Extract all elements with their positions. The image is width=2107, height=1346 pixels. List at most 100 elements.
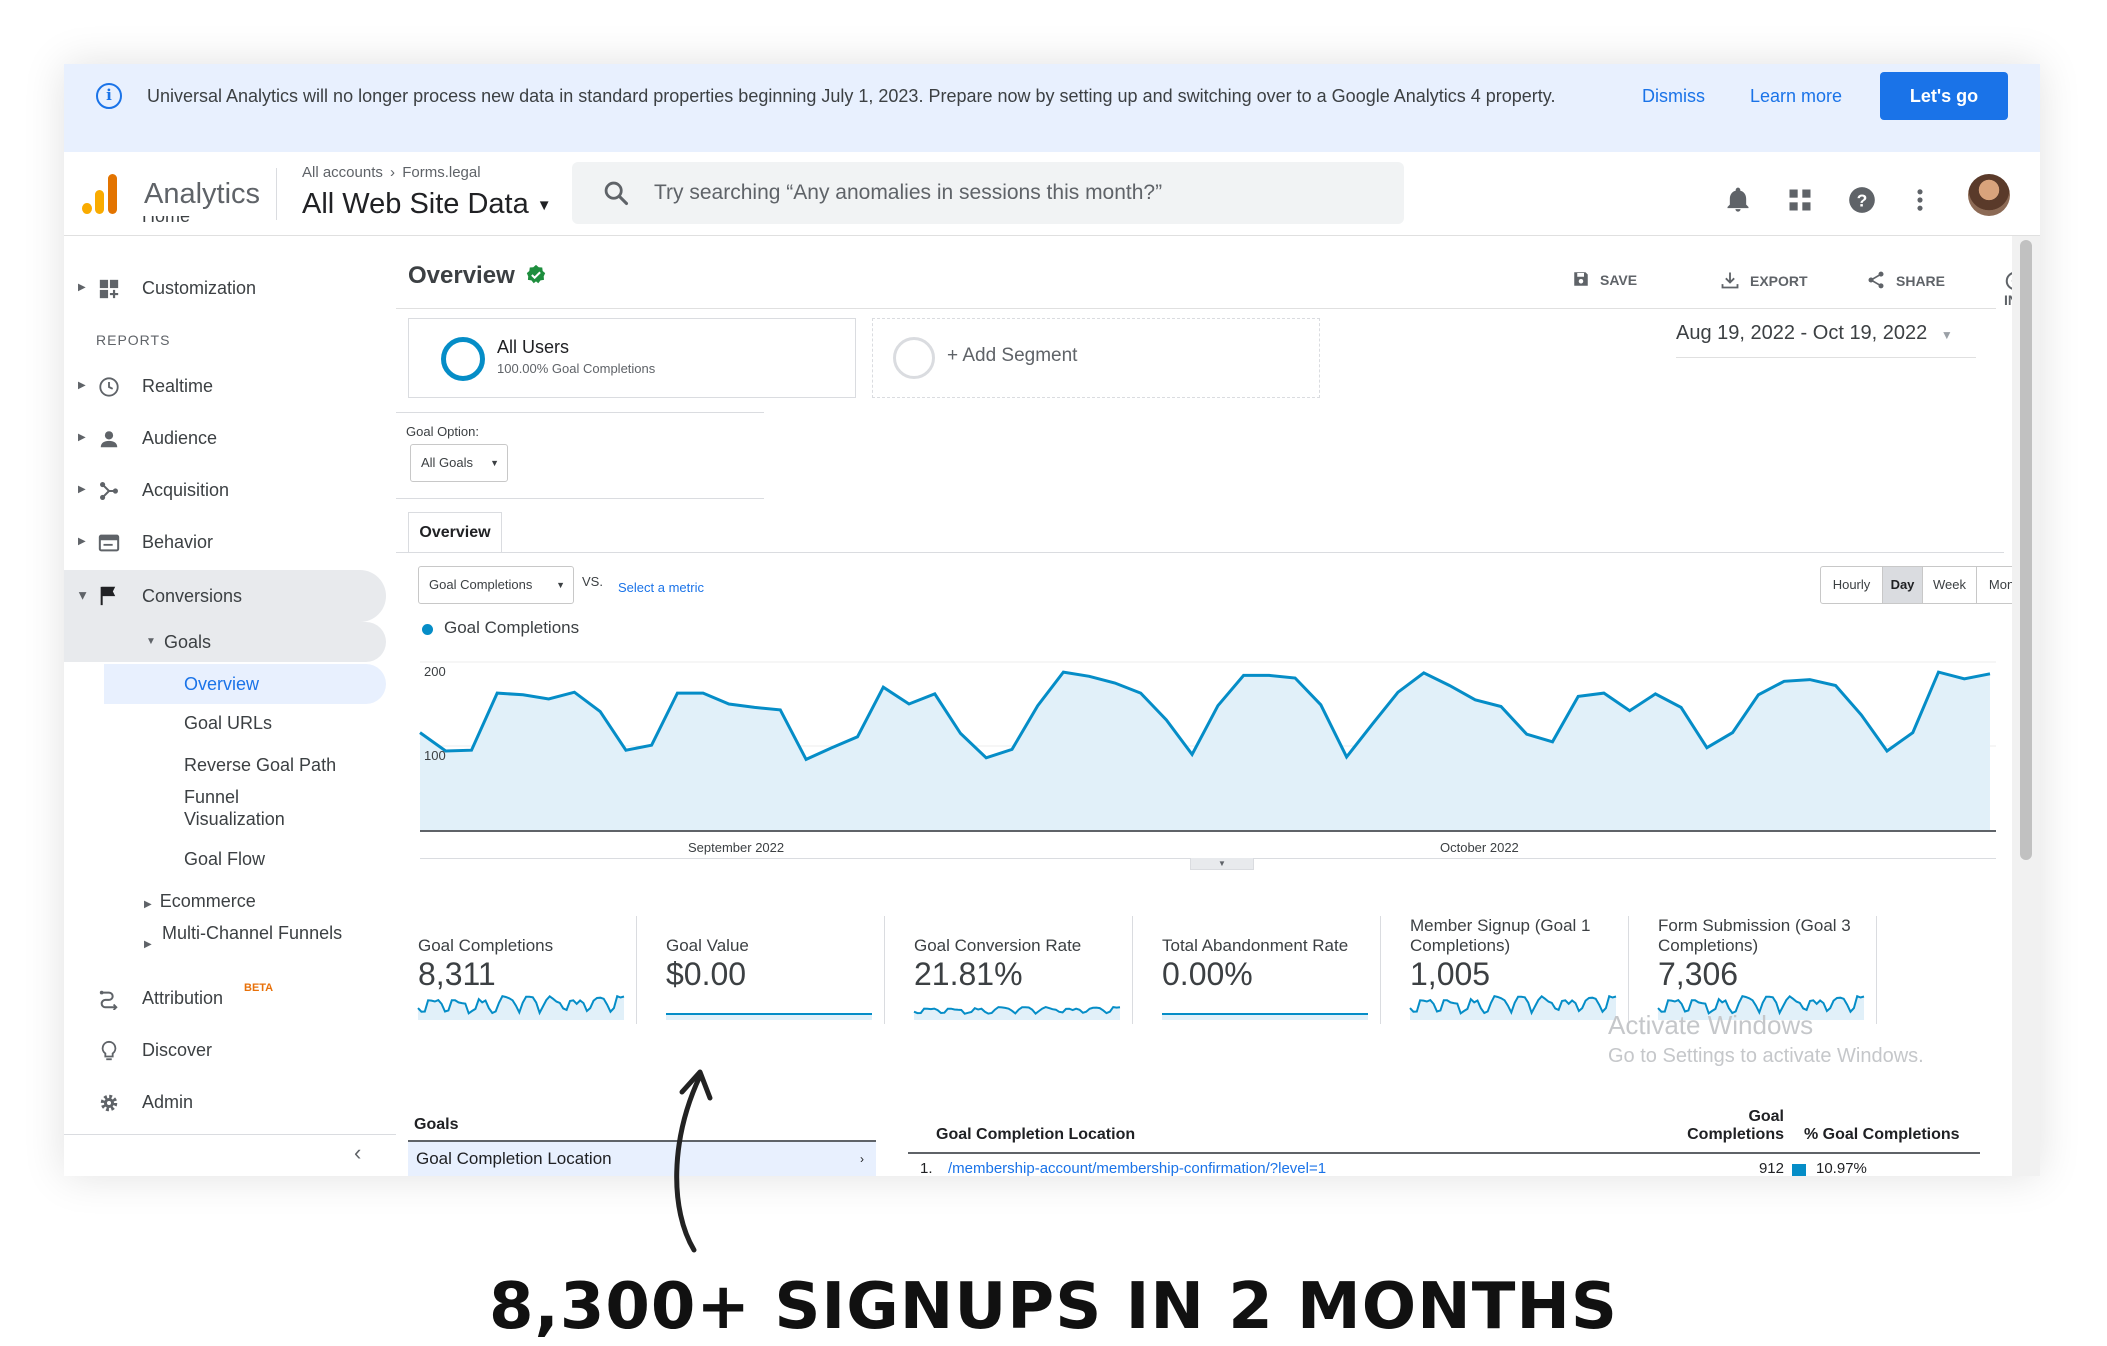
caret-right-icon: ▶: [78, 380, 86, 391]
sidebar-item-ecommerce[interactable]: ▶ Ecommerce: [144, 890, 256, 916]
sidebar-item-audience[interactable]: ▶ Audience: [64, 416, 384, 460]
divider: [396, 412, 764, 413]
dismiss-link[interactable]: Dismiss: [1642, 86, 1705, 107]
goal-option-label: Goal Option:: [406, 424, 479, 439]
sidebar-item-conversions[interactable]: ▶ Conversions: [64, 570, 386, 622]
sidebar-item-goal-urls[interactable]: Goal URLs: [184, 712, 272, 734]
sidebar-item-goals-overview[interactable]: Overview: [104, 664, 386, 704]
segment-all-users[interactable]: All Users 100.00% Goal Completions: [408, 318, 856, 398]
learn-more-link[interactable]: Learn more: [1750, 86, 1842, 107]
scrollbar[interactable]: [2012, 236, 2040, 1176]
sidebar: Home ▶ Customization REPORTS ▶ Realtime …: [64, 216, 396, 1176]
goal-completions-chart[interactable]: 100 200: [396, 646, 2012, 836]
caret-right-icon: ▶: [144, 899, 152, 910]
goal-option-select[interactable]: All Goals ▼: [410, 444, 508, 482]
col-header-pct[interactable]: % Goal Completions: [1804, 1126, 1960, 1144]
flag-icon: [100, 586, 116, 606]
sidebar-item-funnel-visualization[interactable]: Funnel Visualization: [184, 786, 334, 830]
search-bar[interactable]: Try searching “Any anomalies in sessions…: [572, 162, 1404, 224]
y-tick-label: 100: [424, 748, 446, 763]
divider: [396, 308, 1996, 309]
metric-goal-value[interactable]: Goal Value $0.00: [666, 936, 749, 993]
search-placeholder: Try searching “Any anomalies in sessions…: [654, 181, 1163, 204]
divider: [276, 168, 277, 220]
chevron-right-icon: ›: [860, 1152, 864, 1166]
floppy-icon: [1574, 272, 1588, 286]
svg-text:?: ?: [1857, 190, 1868, 210]
sidebar-item-customization[interactable]: ▶ Customization: [64, 266, 384, 310]
sidebar-item-discover[interactable]: Discover: [64, 1028, 384, 1072]
divider: [908, 1152, 1980, 1154]
windows-watermark: Activate Windows Go to Settings to activ…: [1608, 1010, 1924, 1067]
behavior-window-icon: [98, 534, 120, 552]
share-button[interactable]: SHARE: [1866, 270, 1945, 290]
lets-go-button[interactable]: Let's go: [1880, 72, 2008, 120]
collapse-sidebar-icon[interactable]: ‹: [354, 1140, 361, 1166]
metric-total-abandonment-rate[interactable]: Total Abandonment Rate 0.00%: [1162, 936, 1348, 993]
metric-form-submission[interactable]: Form Submission (Goal 3 Completions) 7,3…: [1658, 916, 1862, 993]
caret-right-icon: ▶: [78, 432, 86, 443]
x-axis-label-oct: October 2022: [1440, 840, 1519, 855]
sidebar-item-goals[interactable]: ▼ Goals: [64, 622, 386, 662]
select-metric-link[interactable]: Select a metric: [618, 580, 704, 595]
date-range-picker[interactable]: Aug 19, 2022 - Oct 19, 2022 ▼: [1676, 322, 1976, 358]
sidebar-item-behavior[interactable]: ▶ Behavior: [64, 520, 384, 564]
divider: [396, 498, 764, 499]
caret-right-icon: ▶: [78, 484, 86, 495]
save-button[interactable]: SAVE: [1572, 270, 1637, 288]
metric-select[interactable]: Goal Completions ▼: [418, 566, 574, 604]
caption: 8,300+ SIGNUPS IN 2 MONTHS: [488, 1270, 1619, 1344]
table-row[interactable]: 1. /membership-account/membership-confir…: [908, 1156, 1980, 1176]
sidebar-item-admin[interactable]: Admin: [64, 1080, 384, 1124]
sidebar-item-multichannel[interactable]: ▶ Multi-Channel Funnels: [144, 922, 344, 950]
sidebar-item-reverse-goal-path[interactable]: Reverse Goal Path: [184, 754, 336, 776]
row-path-link[interactable]: /membership-account/membership-confirmat…: [948, 1160, 1326, 1176]
day-button[interactable]: Day: [1883, 567, 1923, 603]
col-header-location[interactable]: Goal Completion Location: [936, 1126, 1135, 1144]
goal-completion-location-item[interactable]: Goal Completion Location ›: [408, 1142, 876, 1176]
dashboard-icon: [99, 279, 119, 299]
chevron-right-icon: ›: [390, 164, 396, 181]
segment-sub: 100.00% Goal Completions: [497, 361, 656, 376]
sidebar-item-acquisition[interactable]: ▶ Acquisition: [64, 468, 384, 512]
hourly-button[interactable]: Hourly: [1821, 567, 1883, 603]
deprecation-banner: i Universal Analytics will no longer pro…: [64, 64, 2040, 152]
metric-goal-completions[interactable]: Goal Completions 8,311: [418, 936, 553, 993]
export-button[interactable]: EXPORT: [1720, 270, 1808, 290]
avatar[interactable]: [1968, 174, 2010, 216]
tab-overview[interactable]: Overview: [408, 512, 502, 552]
more-vert-icon[interactable]: [1906, 186, 1934, 214]
time-granularity-group: Hourly Day Week Month: [1820, 566, 2038, 604]
col-header-completions[interactable]: Goal Completions: [1678, 1108, 1784, 1144]
crumb-accounts[interactable]: All accounts: [302, 164, 383, 181]
empty-ring-icon: [893, 337, 935, 379]
app-name: Analytics: [144, 178, 261, 210]
sidebar-item-attribution[interactable]: Attribution BETA: [64, 976, 384, 1020]
scrollbar-thumb[interactable]: [2020, 240, 2032, 860]
x-axis-label-sep: September 2022: [688, 840, 785, 855]
sidebar-item-home[interactable]: Home: [64, 216, 384, 240]
acquisition-fork-icon: [100, 482, 118, 500]
legend-dot: [422, 624, 433, 635]
analytics-logo-icon[interactable]: [82, 174, 118, 214]
apps-grid-icon[interactable]: [1786, 186, 1814, 214]
bell-icon[interactable]: [1724, 186, 1752, 214]
sidebar-item-realtime[interactable]: ▶ Realtime: [64, 364, 384, 408]
goals-left-header: Goals: [414, 1116, 459, 1133]
browser-frame: i Universal Analytics will no longer pro…: [64, 64, 2040, 1176]
week-button[interactable]: Week: [1923, 567, 1977, 603]
gear-icon: [100, 1094, 118, 1112]
breadcrumb[interactable]: All accounts › Forms.legal: [302, 164, 481, 181]
metric-goal-conversion-rate[interactable]: Goal Conversion Rate 21.81%: [914, 936, 1081, 993]
metric-member-signup[interactable]: Member Signup (Goal 1 Completions) 1,005: [1410, 916, 1614, 993]
crumb-property[interactable]: Forms.legal: [402, 164, 480, 181]
help-icon[interactable]: ?: [1848, 186, 1876, 214]
main-content: Overview SAVE EXPORT SHARE INSIGHTS All …: [396, 236, 2040, 1176]
person-icon: [100, 431, 118, 448]
info-icon: i: [96, 83, 122, 109]
add-segment-button[interactable]: + Add Segment: [872, 318, 1320, 398]
caret-down-icon: ▼: [1940, 328, 1953, 342]
divider: [64, 1134, 396, 1135]
sidebar-item-goal-flow[interactable]: Goal Flow: [184, 848, 265, 870]
expand-chart-handle[interactable]: ▼: [1190, 858, 1254, 870]
